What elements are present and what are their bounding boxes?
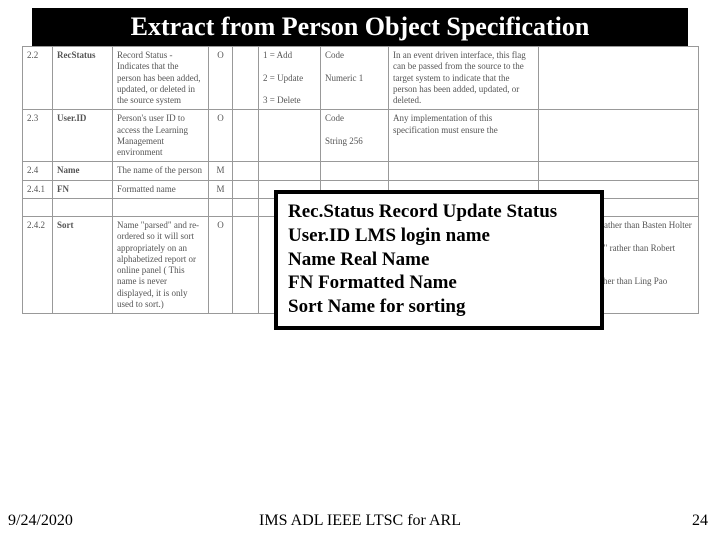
footer-center: IMS ADL IEEE LTSC for ARL [0, 512, 720, 530]
table-cell: O [209, 47, 233, 110]
overlay-term: User.ID [288, 225, 350, 246]
table-cell: 2.4.2 [23, 217, 53, 314]
table-cell [233, 110, 259, 162]
overlay-desc: Record Update Status [374, 201, 557, 222]
overlay-row: Rec.Status Record Update Status [288, 200, 590, 224]
table-cell [233, 47, 259, 110]
table-cell: 2.4 [23, 162, 53, 180]
table-cell [233, 198, 259, 216]
table-cell: FN [53, 180, 113, 198]
table-cell [259, 162, 321, 180]
title-bar: Extract from Person Object Specification [32, 8, 688, 46]
table-cell [53, 198, 113, 216]
table-row: 2.4NameThe name of the personM [23, 162, 699, 180]
overlay-term: Rec.Status [288, 201, 374, 222]
table-cell [233, 180, 259, 198]
overlay-row: Name Real Name [288, 248, 590, 272]
table-cell: Name [53, 162, 113, 180]
overlay-desc: Name for sorting [323, 296, 466, 317]
overlay-term: Name [288, 249, 335, 270]
table-cell [209, 198, 233, 216]
table-cell: The name of the person [113, 162, 209, 180]
overlay-desc: Formatted Name [313, 272, 457, 293]
table-cell: Sort [53, 217, 113, 314]
table-cell: CodeNumeric 1 [321, 47, 389, 110]
table-cell: CodeString 256 [321, 110, 389, 162]
table-cell: O [209, 217, 233, 314]
table-cell: 2.2 [23, 47, 53, 110]
table-cell: O [209, 110, 233, 162]
overlay-term: Sort [288, 296, 323, 317]
table-cell: Person's user ID to access the Learning … [113, 110, 209, 162]
overlay-desc: LMS login name [350, 225, 490, 246]
table-cell: M [209, 162, 233, 180]
table-cell [321, 162, 389, 180]
definitions-overlay: Rec.Status Record Update StatusUser.ID L… [274, 190, 604, 330]
table-cell [113, 198, 209, 216]
table-row: 2.3User.IDPerson's user ID to access the… [23, 110, 699, 162]
table-cell [233, 162, 259, 180]
table-cell: Any implementation of this specification… [389, 110, 539, 162]
table-cell: In an event driven interface, this flag … [389, 47, 539, 110]
table-cell: Formatted name [113, 180, 209, 198]
overlay-row: Sort Name for sorting [288, 295, 590, 319]
table-cell: 2.4.1 [23, 180, 53, 198]
table-cell [23, 198, 53, 216]
overlay-row: FN Formatted Name [288, 271, 590, 295]
table-cell [539, 162, 699, 180]
table-cell: Name "parsed" and re-ordered so it will … [113, 217, 209, 314]
table-cell [539, 110, 699, 162]
overlay-term: FN [288, 272, 313, 293]
table-cell: User.ID [53, 110, 113, 162]
page-title: Extract from Person Object Specification [34, 10, 686, 44]
table-cell [389, 162, 539, 180]
table-cell: 2.3 [23, 110, 53, 162]
table-cell [259, 110, 321, 162]
overlay-desc: Real Name [335, 249, 429, 270]
table-cell: M [209, 180, 233, 198]
table-cell [539, 47, 699, 110]
table-cell: 1 = Add2 = Update3 = Delete [259, 47, 321, 110]
table-cell: RecStatus [53, 47, 113, 110]
table-cell [233, 217, 259, 314]
overlay-row: User.ID LMS login name [288, 224, 590, 248]
table-row: 2.2RecStatusRecord Status - Indicates th… [23, 47, 699, 110]
footer-page-number: 24 [692, 512, 708, 530]
table-cell: Record Status - Indicates that the perso… [113, 47, 209, 110]
